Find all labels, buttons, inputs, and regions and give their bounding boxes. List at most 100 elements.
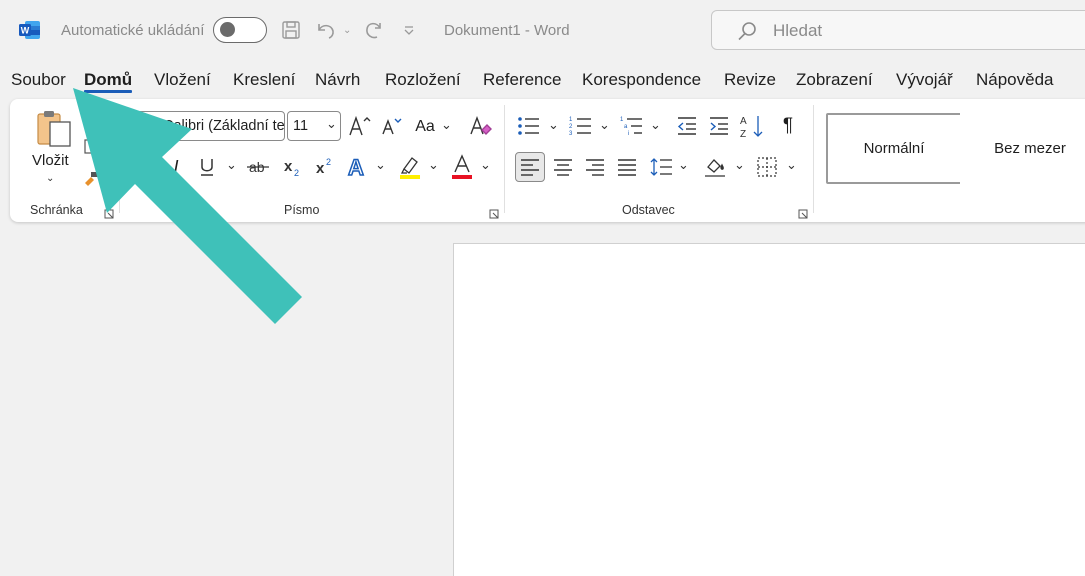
justify-icon[interactable] <box>614 153 640 181</box>
autosave-label: Automatické ukládání <box>61 22 205 39</box>
shrink-font-icon[interactable] <box>379 113 403 139</box>
superscript-icon[interactable]: x2 <box>314 154 336 180</box>
shading-dropdown-icon[interactable]: ⌄ <box>734 157 745 173</box>
svg-text:A: A <box>348 155 364 179</box>
font-color-dropdown-icon[interactable]: ⌄ <box>480 157 491 173</box>
style-normal-label: Normální <box>863 140 925 157</box>
svg-text:3: 3 <box>569 131 573 137</box>
search-box[interactable]: Hledat <box>711 10 1085 50</box>
paste-icon[interactable] <box>34 107 74 149</box>
separator <box>504 105 505 213</box>
shading-icon[interactable] <box>702 153 728 181</box>
tab-reference[interactable]: Reference <box>483 70 561 90</box>
style-no-spacing-label: Bez mezer <box>994 140 1066 157</box>
increase-indent-icon[interactable] <box>706 113 732 139</box>
subscript-icon[interactable]: x2 <box>282 154 304 180</box>
svg-text:2: 2 <box>569 124 573 130</box>
tab-soubor[interactable]: Soubor <box>11 70 66 90</box>
tab-korespondence[interactable]: Korespondence <box>582 70 701 90</box>
numbering-icon[interactable]: 123 <box>568 113 594 139</box>
toggle-knob <box>220 22 235 37</box>
numbering-dropdown-icon[interactable]: ⌄ <box>599 117 610 133</box>
sort-icon[interactable]: AZ <box>738 112 766 140</box>
underline-icon[interactable] <box>196 154 218 180</box>
change-case-dropdown-icon[interactable]: ⌄ <box>441 117 452 133</box>
line-spacing-dropdown-icon[interactable]: ⌄ <box>678 157 689 173</box>
font-color-icon[interactable] <box>449 153 475 181</box>
borders-icon[interactable] <box>754 153 780 181</box>
paragraph-launcher-icon[interactable] <box>798 206 808 219</box>
customize-quick-access-icon[interactable] <box>396 17 422 43</box>
strikethrough-icon[interactable]: ab <box>246 154 270 180</box>
font-group-label: Písmo <box>284 203 320 217</box>
active-tab-indicator <box>84 90 132 93</box>
redo-icon[interactable] <box>361 17 387 43</box>
tab-vyvojar[interactable]: Vývojář <box>896 70 953 90</box>
save-icon[interactable] <box>278 17 304 43</box>
font-launcher-icon[interactable] <box>489 206 499 219</box>
svg-text:i: i <box>628 131 629 137</box>
tab-navrh[interactable]: Návrh <box>315 70 360 90</box>
separator <box>813 105 814 213</box>
tab-kresleni[interactable]: Kreslení <box>233 70 295 90</box>
svg-text:1: 1 <box>569 117 573 123</box>
format-painter-icon[interactable] <box>82 169 100 187</box>
clipboard-group-label: Schránka <box>30 203 83 217</box>
style-normal[interactable]: Normální <box>826 113 962 184</box>
svg-text:2: 2 <box>294 168 299 177</box>
highlight-dropdown-icon[interactable]: ⌄ <box>428 157 439 173</box>
paragraph-group-label: Odstavec <box>622 203 675 217</box>
clear-formatting-icon[interactable] <box>467 113 493 139</box>
undo-icon[interactable] <box>313 17 339 43</box>
svg-text:A: A <box>740 116 747 127</box>
font-size-combobox[interactable]: 11 ⌄ <box>287 111 341 141</box>
document-title: Dokument1 - Word <box>444 22 570 39</box>
copy-icon[interactable] <box>84 139 98 155</box>
autosave-toggle[interactable] <box>213 17 267 43</box>
show-formatting-marks-icon[interactable]: ¶ <box>776 113 800 139</box>
svg-text:Z: Z <box>740 129 746 139</box>
text-effects-dropdown-icon[interactable]: ⌄ <box>375 157 386 173</box>
svg-text:x: x <box>316 160 325 177</box>
paste-dropdown-icon[interactable]: ⌄ <box>46 173 54 184</box>
font-name-combobox[interactable]: Calibri (Základní text) <box>128 111 285 141</box>
tab-zobrazeni[interactable]: Zobrazení <box>796 70 873 90</box>
separator <box>119 105 120 213</box>
change-case-button[interactable]: Aa <box>413 115 437 139</box>
clipboard-launcher-icon[interactable] <box>104 206 114 219</box>
tab-vlozeni[interactable]: Vložení <box>154 70 211 90</box>
align-right-icon[interactable] <box>582 153 608 181</box>
bullets-icon[interactable] <box>516 113 542 139</box>
tab-revize[interactable]: Revize <box>724 70 776 90</box>
align-left-icon[interactable] <box>515 152 545 182</box>
font-size-dropdown-icon[interactable]: ⌄ <box>326 116 337 132</box>
text-effects-icon[interactable]: A <box>345 153 371 181</box>
font-name-value: Calibri (Základní text) <box>163 118 285 134</box>
tab-domu[interactable]: Domů <box>84 70 132 90</box>
decrease-indent-icon[interactable] <box>674 113 700 139</box>
grow-font-icon[interactable] <box>347 113 373 139</box>
ribbon: Vložit ⌄ Schránka Calibri (Základní text… <box>10 99 1085 222</box>
multilevel-list-icon[interactable]: 1ai <box>619 113 645 139</box>
borders-dropdown-icon[interactable]: ⌄ <box>786 157 797 173</box>
line-spacing-icon[interactable] <box>648 153 674 181</box>
svg-text:2: 2 <box>326 157 331 167</box>
bullets-dropdown-icon[interactable]: ⌄ <box>548 117 559 133</box>
search-placeholder: Hledat <box>773 21 823 40</box>
multilevel-dropdown-icon[interactable]: ⌄ <box>650 117 661 133</box>
menu-tabs: Soubor Domů Vložení Kreslení Návrh Rozlo… <box>0 66 1085 96</box>
tab-rozlozeni[interactable]: Rozložení <box>385 70 461 90</box>
document-page[interactable] <box>453 243 1085 576</box>
word-logo-icon: W <box>19 20 41 40</box>
svg-text:x: x <box>284 158 293 175</box>
underline-dropdown-icon[interactable]: ⌄ <box>226 157 237 173</box>
highlight-icon[interactable] <box>397 153 423 181</box>
undo-dropdown-icon[interactable]: ⌄ <box>343 25 351 36</box>
style-no-spacing[interactable]: Bez mezer <box>960 113 1085 184</box>
italic-icon[interactable]: I <box>168 154 184 180</box>
svg-text:a: a <box>624 124 628 130</box>
paste-label[interactable]: Vložit <box>32 152 69 169</box>
search-icon <box>738 22 756 41</box>
tab-napoveda[interactable]: Nápověda <box>976 70 1054 90</box>
align-center-icon[interactable] <box>550 153 576 181</box>
